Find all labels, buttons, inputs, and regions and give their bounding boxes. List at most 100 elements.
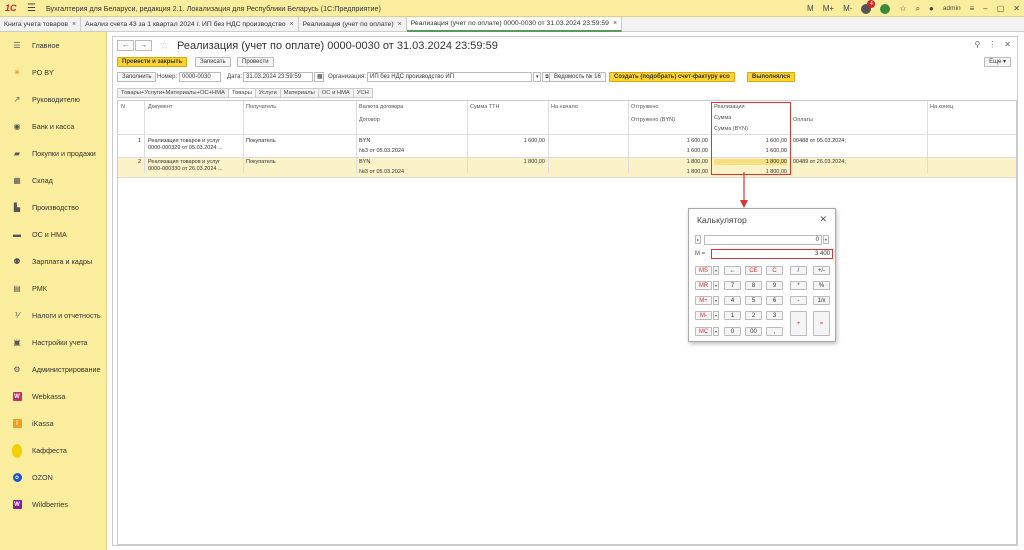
tab-realization-doc[interactable]: Реализация (учет по оплате) 0000-0030 от… xyxy=(406,17,623,32)
sidebar-item-kaffesta[interactable]: Каффеста xyxy=(0,437,106,464)
sidebar-item-ozon[interactable]: o OZON xyxy=(0,464,106,491)
subtab-materials[interactable]: Материалы xyxy=(279,88,318,98)
memory-m-button[interactable]: M xyxy=(807,4,814,13)
calc-key-ce[interactable]: CE xyxy=(745,266,762,275)
subtab-services[interactable]: Услуги xyxy=(254,88,280,98)
tab-realization-list[interactable]: Реализация (учет по оплате) × xyxy=(299,17,407,32)
row2-doc[interactable]: Реализация товаров и услуг xyxy=(148,159,220,165)
memory-dropdown-icon[interactable]: ▾ xyxy=(713,266,719,275)
calc-key-equals[interactable]: = xyxy=(813,311,830,336)
back-button[interactable]: ← xyxy=(117,40,134,51)
calc-key-1divx[interactable]: 1/x xyxy=(813,296,830,305)
settings-icon[interactable]: ≡ xyxy=(970,4,975,13)
organization-field[interactable]: ИП без НДС производство ИП xyxy=(367,72,532,82)
sidebar-item-accounting-settings[interactable]: ▣ Настройки учета xyxy=(0,329,106,356)
sidebar-item-main[interactable]: ☰ Главное xyxy=(0,32,106,59)
history-dropdown-icon[interactable]: ▸ xyxy=(695,235,701,244)
sidebar-item-assets[interactable]: ▬ ОС и НМА xyxy=(0,221,106,248)
calc-key-comma[interactable]: , xyxy=(766,327,783,336)
calc-key-0[interactable]: 0 xyxy=(724,327,741,336)
post-close-button[interactable]: Провести и закрыть xyxy=(117,57,188,67)
calc-key-mplus[interactable]: M+ xyxy=(695,296,712,305)
calc-key-minus[interactable]: - xyxy=(790,296,807,305)
calc-key-back[interactable]: ← xyxy=(724,266,741,275)
close-tab-icon[interactable]: × xyxy=(72,21,76,28)
sidebar-item-ro-by[interactable]: ✳ РО BY xyxy=(0,59,106,86)
row1-doc[interactable]: Реализация товаров и услуг xyxy=(148,138,220,144)
calc-key-mc[interactable]: MC xyxy=(695,327,712,336)
date-field[interactable]: 31.03.2024 23:59:59 xyxy=(243,72,313,82)
forward-button[interactable]: → xyxy=(135,40,152,51)
calc-key-div[interactable]: / xyxy=(790,266,807,275)
statement-button[interactable]: Ведомость № 16 xyxy=(549,72,606,82)
organization-dropdown-icon[interactable]: ▾ xyxy=(533,72,541,82)
memory-dropdown-icon[interactable]: ▾ xyxy=(713,311,719,320)
calc-key-1[interactable]: 1 xyxy=(724,311,741,320)
sidebar-item-ikassa[interactable]: i iKassa xyxy=(0,410,106,437)
create-invoice-button[interactable]: Создать (подобрать) счет-фактуру eco xyxy=(609,72,735,82)
row1-doc-number[interactable]: 0000-000329 от 05.03.2024 ... xyxy=(148,145,223,151)
memory-dropdown-icon[interactable]: ▾ xyxy=(713,281,719,290)
sidebar-item-warehouse[interactable]: ▦ Склад xyxy=(0,167,106,194)
sidebar-item-bank[interactable]: ◉ Банк и касса xyxy=(0,113,106,140)
calc-key-2[interactable]: 2 xyxy=(745,311,762,320)
subtab-assets[interactable]: ОС и НМА xyxy=(317,88,353,98)
favorite-star-icon[interactable]: ☆ xyxy=(159,38,170,52)
more-button[interactable]: Еще ▾ xyxy=(984,57,1011,67)
minimize-icon[interactable]: – xyxy=(983,4,987,13)
subtab-all[interactable]: Товары+Услуги+Материалы+ОС+НМА xyxy=(117,88,228,98)
post-button[interactable]: Провести xyxy=(237,57,274,67)
calc-key-4[interactable]: 4 xyxy=(724,296,741,305)
memory-minus-button[interactable]: M- xyxy=(843,4,852,13)
calc-key-5[interactable]: 5 xyxy=(745,296,762,305)
sidebar-item-taxes[interactable]: ⅟ Налоги и отчетность xyxy=(0,302,106,329)
calc-key-9[interactable]: 9 xyxy=(766,281,783,290)
sidebar-item-purchases[interactable]: ▰ Покупки и продажи xyxy=(0,140,106,167)
subtab-goods[interactable]: Товары xyxy=(227,88,255,98)
main-menu-icon[interactable]: ☰ xyxy=(27,3,36,14)
close-calculator-icon[interactable]: ✕ xyxy=(819,214,827,225)
close-tab-icon[interactable]: × xyxy=(613,20,617,27)
sidebar-item-manager[interactable]: ↗ Руководителю xyxy=(0,86,106,113)
calc-key-mr[interactable]: MR xyxy=(695,281,712,290)
history-icon[interactable] xyxy=(880,3,891,14)
fill-button[interactable]: Заполнить xyxy=(117,72,157,82)
notifications-icon[interactable]: 4 xyxy=(861,0,876,14)
calc-key-6[interactable]: 6 xyxy=(766,296,783,305)
calc-key-c[interactable]: C xyxy=(766,266,783,275)
calc-key-pct[interactable]: % xyxy=(813,281,830,290)
calc-key-mminus[interactable]: M- xyxy=(695,311,712,320)
sidebar-item-rmk[interactable]: ▤ РМК xyxy=(0,275,106,302)
calc-key-mul[interactable]: * xyxy=(790,281,807,290)
calc-key-plusdivminus[interactable]: +/- xyxy=(813,266,830,275)
row2-doc-number[interactable]: 0000-000330 от 26.03.2024 ... xyxy=(148,166,223,172)
search-icon[interactable]: ⌕ xyxy=(916,4,920,14)
executed-button[interactable]: Выполнялся xyxy=(747,72,796,82)
calc-key-plus[interactable]: + xyxy=(790,311,807,336)
subtab-usn[interactable]: УСН xyxy=(352,88,373,98)
display-dropdown-icon[interactable]: ▾ xyxy=(823,235,829,244)
tab-analysis[interactable]: Анализ счета 43 за 1 квартал 2024 г. ИП … xyxy=(81,17,299,32)
calendar-icon[interactable]: ▦ xyxy=(314,72,324,82)
tab-book[interactable]: Книга учета товаров × xyxy=(0,17,82,32)
sidebar-item-admin[interactable]: ⚙ Администрирование xyxy=(0,356,106,383)
sidebar-item-webkassa[interactable]: W Webkassa xyxy=(0,383,106,410)
save-button[interactable]: Записать xyxy=(195,57,231,67)
calc-key-ms[interactable]: MS xyxy=(695,266,712,275)
memory-dropdown-icon[interactable]: ▾ xyxy=(713,327,719,336)
calc-key-00[interactable]: 00 xyxy=(745,327,762,336)
sidebar-item-wildberries[interactable]: W Wildberries xyxy=(0,491,106,518)
memory-dropdown-icon[interactable]: ▾ xyxy=(713,296,719,305)
calc-key-8[interactable]: 8 xyxy=(745,281,762,290)
calc-key-3[interactable]: 3 xyxy=(766,311,783,320)
number-field[interactable]: 0000-0030 xyxy=(179,72,221,82)
memory-plus-button[interactable]: M+ xyxy=(823,4,834,13)
sidebar-item-salary[interactable]: ⚉ Зарплата и кадры xyxy=(0,248,106,275)
close-form-icon[interactable]: ✕ xyxy=(1004,40,1011,49)
favorites-icon[interactable]: ☆ xyxy=(899,4,906,13)
sidebar-item-production[interactable]: ▙ Производство xyxy=(0,194,106,221)
maximize-icon[interactable]: ▢ xyxy=(997,4,1005,13)
user-icon[interactable]: ● xyxy=(929,4,934,13)
more-icon[interactable]: ⋮ xyxy=(988,40,996,49)
calc-key-7[interactable]: 7 xyxy=(724,281,741,290)
